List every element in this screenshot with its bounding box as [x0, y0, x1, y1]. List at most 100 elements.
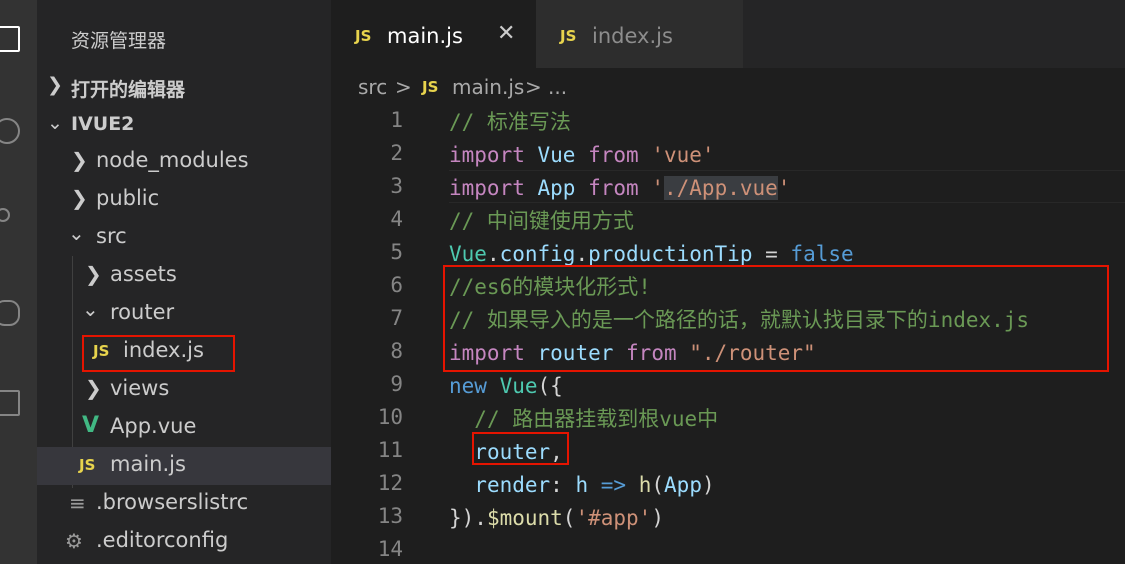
tree-item-assets[interactable]: ❯ assets: [37, 257, 331, 295]
line-number: 7: [390, 306, 403, 330]
code-line[interactable]: import Vue from 'vue': [449, 139, 715, 172]
chevron-right-icon: ❯: [71, 186, 88, 210]
code-token: // 中间键使用方式: [449, 209, 634, 233]
code-line[interactable]: new Vue({: [449, 370, 563, 403]
line-number: 2: [390, 141, 403, 165]
code-line[interactable]: }).$mount('#app'): [449, 502, 664, 535]
code-line[interactable]: // 中间键使用方式: [449, 205, 634, 238]
tree-item-main-js[interactable]: JS main.js: [37, 447, 331, 485]
tree-item-label: main.js: [110, 452, 186, 476]
activity-bar: [0, 0, 37, 564]
code-token: ./App.vue: [664, 176, 778, 200]
line-number: 6: [390, 273, 403, 297]
code-token: App: [537, 176, 576, 200]
code-token: ({: [537, 374, 563, 398]
code-token: import: [449, 143, 525, 167]
source-control-icon[interactable]: [0, 208, 10, 222]
gear-icon: ⚙: [65, 529, 83, 553]
code-token: Vue: [499, 374, 538, 398]
code-token: '#app': [575, 506, 652, 530]
code-line[interactable]: render: h => h(App): [449, 469, 715, 502]
chevron-down-icon: ⌄: [82, 297, 99, 321]
tree-item-public[interactable]: ❯ public: [37, 181, 331, 219]
code-token: from: [588, 143, 639, 167]
code-token: ): [701, 473, 715, 497]
code-token: (: [651, 473, 665, 497]
line-number: 12: [377, 471, 403, 495]
code-token: // 路由器挂载到根vue中: [474, 407, 719, 431]
code-token: from: [588, 176, 639, 200]
explorer-icon[interactable]: [0, 26, 20, 52]
chevron-right-icon: ❯: [85, 262, 102, 286]
tree-item-browserslistrc[interactable]: ≡ .browserslistrc: [37, 485, 331, 523]
search-icon[interactable]: [0, 118, 20, 144]
tree-item-label: public: [96, 186, 160, 210]
code-line[interactable]: // 标准写法: [449, 106, 571, 139]
tab-label: index.js: [592, 24, 673, 48]
tab-label: main.js: [387, 24, 463, 48]
chevron-right-icon: >: [395, 75, 412, 99]
close-icon[interactable]: ✕: [497, 21, 515, 46]
chevron-right-icon: ❯: [47, 74, 63, 96]
js-file-icon: JS: [79, 456, 96, 474]
line-number: 10: [377, 405, 403, 429]
import-router-highlight-box: [443, 265, 1109, 372]
explorer-title: 资源管理器: [71, 30, 167, 52]
router-option-highlight-box: [472, 432, 569, 465]
code-token: $mount: [486, 506, 563, 530]
tree-item-node-modules[interactable]: ❯ node_modules: [37, 143, 331, 181]
tree-item-label: .browserslistrc: [96, 490, 249, 514]
tree-item-label: views: [110, 376, 170, 400]
code-token: .: [575, 242, 589, 266]
breadcrumb-file[interactable]: main.js: [452, 75, 524, 99]
project-section[interactable]: ⌄ IVUE2: [37, 106, 331, 142]
tree-item-app-vue[interactable]: V App.vue: [37, 409, 331, 447]
line-number: 5: [390, 240, 403, 264]
code-token: // 标准写法: [449, 110, 571, 134]
code-token: new: [449, 374, 487, 398]
code-editor[interactable]: 1 2 3 4 5 6 7 8 9 10 11 12 13 14 // 标准写法 import Vue fr…: [331, 106, 1125, 564]
js-file-icon: JS: [560, 27, 577, 45]
tree-item-router[interactable]: ⌄ router: [37, 295, 331, 333]
js-file-icon: JS: [355, 27, 372, 45]
tree-item-views[interactable]: ❯ views: [37, 371, 331, 409]
tab-main-js[interactable]: JS main.js ✕: [331, 0, 536, 68]
vue-file-icon: V: [82, 413, 100, 438]
code-token: :: [550, 473, 576, 497]
breadcrumb: src > JS main.js > ...: [331, 68, 1125, 106]
line-number: 9: [390, 372, 403, 396]
tree-item-label: .editorconfig: [96, 528, 229, 552]
js-file-icon: JS: [422, 78, 439, 96]
tree-item-label: src: [96, 224, 127, 248]
tab-index-js[interactable]: JS index.js: [536, 0, 743, 68]
tree-item-label: router: [110, 300, 175, 324]
tree-item-src[interactable]: ⌄ src: [37, 219, 331, 257]
open-editors-section[interactable]: ❯ 打开的编辑器: [37, 68, 331, 104]
code-token: false: [790, 242, 854, 266]
code-token: ): [651, 506, 664, 530]
breadcrumb-folder[interactable]: src: [358, 75, 387, 99]
code-token: Vue: [449, 242, 487, 266]
debug-icon[interactable]: [0, 300, 20, 326]
chevron-right-icon: >: [525, 75, 542, 99]
code-line[interactable]: import App from './App.vue': [449, 172, 790, 205]
code-token: (: [562, 506, 576, 530]
editor-tabs: JS main.js ✕ JS index.js: [331, 0, 1125, 68]
code-token: =: [752, 242, 791, 266]
line-number: 8: [390, 339, 403, 363]
extensions-icon[interactable]: [0, 390, 20, 416]
code-token: h: [638, 473, 652, 497]
index-js-highlight-box: [82, 335, 235, 372]
chevron-right-icon: ❯: [85, 376, 102, 400]
chevron-right-icon: ❯: [71, 148, 88, 172]
breadcrumb-more[interactable]: ...: [548, 75, 567, 99]
tree-item-editorconfig[interactable]: ⚙ .editorconfig: [37, 523, 331, 561]
